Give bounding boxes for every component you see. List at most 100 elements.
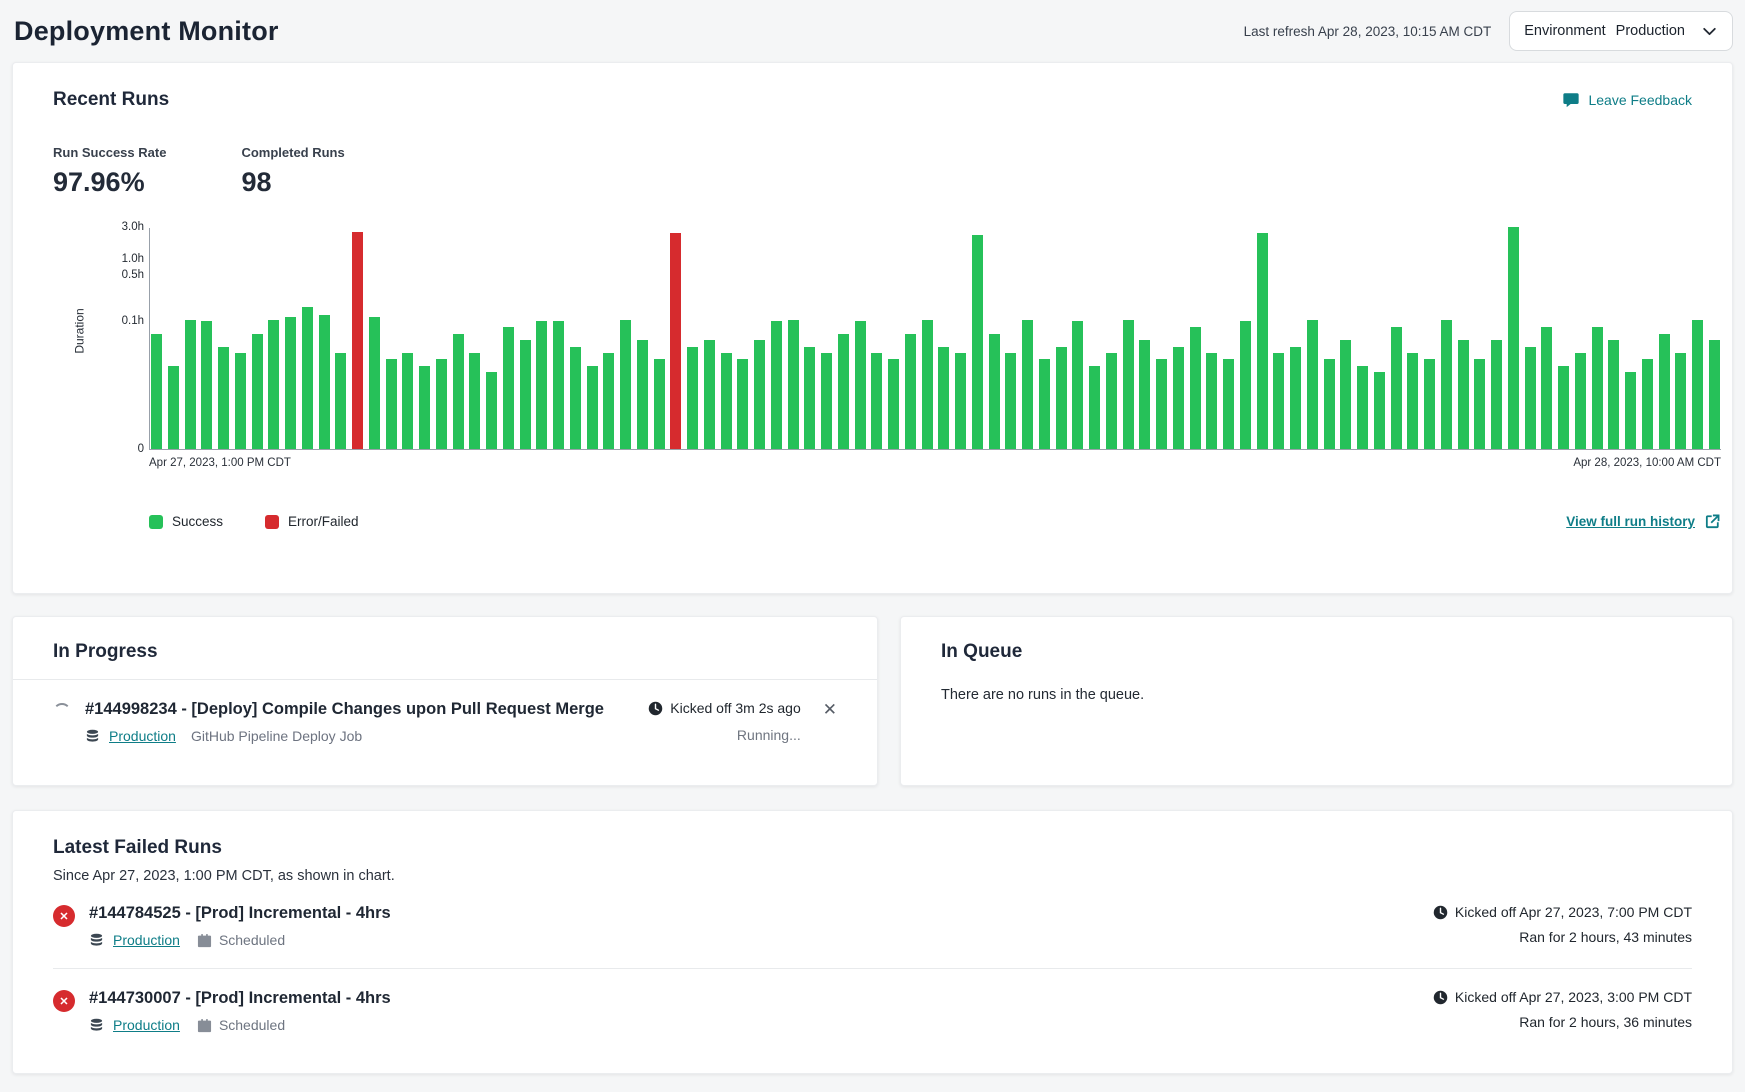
chart-bar-failed[interactable] xyxy=(352,232,363,449)
environment-dropdown[interactable]: Environment Production xyxy=(1509,11,1733,51)
chart-bar-success[interactable] xyxy=(1072,321,1083,449)
chart-bar-success[interactable] xyxy=(1525,347,1536,449)
chart-bar-success[interactable] xyxy=(687,347,698,449)
chart-bar-success[interactable] xyxy=(1541,327,1552,449)
chart-bar-success[interactable] xyxy=(486,372,497,449)
chart-bar-success[interactable] xyxy=(1458,340,1469,449)
chart-bar-success[interactable] xyxy=(185,320,196,449)
chart-bar-success[interactable] xyxy=(1558,366,1569,449)
chart-bar-success[interactable] xyxy=(804,347,815,449)
chart-bar-success[interactable] xyxy=(737,359,748,449)
chart-bar-success[interactable] xyxy=(1005,353,1016,449)
chart-bar-success[interactable] xyxy=(955,353,966,449)
chart-bar-success[interactable] xyxy=(453,334,464,449)
chart-bar-success[interactable] xyxy=(654,359,665,449)
chart-bar-success[interactable] xyxy=(1675,353,1686,449)
chart-bar-success[interactable] xyxy=(1022,320,1033,449)
chart-bar-success[interactable] xyxy=(1474,359,1485,449)
chart-bar-success[interactable] xyxy=(1625,372,1636,449)
chart-bar-success[interactable] xyxy=(469,353,480,449)
failed-run-production-link[interactable]: Production xyxy=(113,1017,180,1033)
leave-feedback-link[interactable]: Leave Feedback xyxy=(1562,91,1692,109)
chart-bar-success[interactable] xyxy=(151,334,162,449)
chart-bar-success[interactable] xyxy=(1424,359,1435,449)
chart-bar-success[interactable] xyxy=(821,353,832,449)
chart-bar-success[interactable] xyxy=(436,359,447,449)
chart-bar-success[interactable] xyxy=(553,321,564,449)
chart-bar-success[interactable] xyxy=(771,321,782,449)
chart-bar-failed[interactable] xyxy=(670,233,681,449)
chart-bar-success[interactable] xyxy=(1123,320,1134,449)
chart-bar-success[interactable] xyxy=(536,321,547,449)
chart-bar-success[interactable] xyxy=(335,353,346,449)
chart-bar-success[interactable] xyxy=(1491,340,1502,449)
chart-bar-success[interactable] xyxy=(838,334,849,449)
chart-bar-success[interactable] xyxy=(1223,359,1234,449)
chart-bar-success[interactable] xyxy=(1206,353,1217,449)
chart-bar-success[interactable] xyxy=(201,321,212,449)
chart-bar-success[interactable] xyxy=(285,317,296,449)
chart-bar-success[interactable] xyxy=(503,327,514,449)
chart-bar-success[interactable] xyxy=(1608,340,1619,449)
chart-bar-success[interactable] xyxy=(168,366,179,449)
chart-bar-success[interactable] xyxy=(1391,327,1402,449)
chart-bar-success[interactable] xyxy=(989,334,1000,449)
chart-bar-success[interactable] xyxy=(1106,353,1117,449)
chart-bar-success[interactable] xyxy=(1139,340,1150,449)
chart-bar-success[interactable] xyxy=(268,320,279,449)
close-icon[interactable]: ✕ xyxy=(823,700,837,720)
chart-bar-success[interactable] xyxy=(1307,320,1318,449)
chart-bar-success[interactable] xyxy=(1407,353,1418,449)
chart-bar-success[interactable] xyxy=(235,353,246,449)
chart-bar-success[interactable] xyxy=(1257,233,1268,449)
chart-bar-success[interactable] xyxy=(1039,359,1050,449)
chart-bar-success[interactable] xyxy=(871,353,882,449)
chart-bar-success[interactable] xyxy=(1592,327,1603,449)
chart-bar-success[interactable] xyxy=(386,359,397,449)
chart-bar-success[interactable] xyxy=(252,334,263,449)
chart-bar-success[interactable] xyxy=(788,320,799,449)
chart-bar-success[interactable] xyxy=(1273,353,1284,449)
chart-bar-success[interactable] xyxy=(855,321,866,449)
chart-bar-success[interactable] xyxy=(520,340,531,449)
chart-bar-success[interactable] xyxy=(721,353,732,449)
chart-bar-success[interactable] xyxy=(938,347,949,449)
chart-bar-success[interactable] xyxy=(419,366,430,449)
chart-bar-success[interactable] xyxy=(587,366,598,449)
chart-bar-success[interactable] xyxy=(922,320,933,449)
failed-run-production-link[interactable]: Production xyxy=(113,932,180,948)
chart-bar-success[interactable] xyxy=(1190,327,1201,449)
chart-bar-success[interactable] xyxy=(1709,340,1720,449)
chart-bar-success[interactable] xyxy=(888,359,899,449)
chart-bar-success[interactable] xyxy=(620,320,631,449)
chart-bar-success[interactable] xyxy=(754,340,765,449)
chart-bar-success[interactable] xyxy=(637,340,648,449)
chart-bar-success[interactable] xyxy=(603,353,614,449)
chart-bar-success[interactable] xyxy=(905,334,916,449)
chart-bar-success[interactable] xyxy=(1324,359,1335,449)
chart-bar-success[interactable] xyxy=(1374,372,1385,449)
chart-bar-success[interactable] xyxy=(1290,347,1301,449)
chart-bar-success[interactable] xyxy=(1340,340,1351,449)
chart-bar-success[interactable] xyxy=(1659,334,1670,449)
chart-bar-success[interactable] xyxy=(1173,347,1184,449)
chart-bar-success[interactable] xyxy=(1441,320,1452,449)
chart-bar-success[interactable] xyxy=(1692,320,1703,449)
chart-bar-success[interactable] xyxy=(302,307,313,449)
chart-bar-success[interactable] xyxy=(1508,227,1519,449)
chart-bar-success[interactable] xyxy=(1642,359,1653,449)
chart-bar-success[interactable] xyxy=(1156,359,1167,449)
in-progress-production-link[interactable]: Production xyxy=(109,728,176,744)
chart-bar-success[interactable] xyxy=(218,347,229,449)
chart-bar-success[interactable] xyxy=(319,315,330,449)
chart-bar-success[interactable] xyxy=(570,347,581,449)
chart-bar-success[interactable] xyxy=(1357,366,1368,449)
chart-bar-success[interactable] xyxy=(1575,353,1586,449)
chart-bar-success[interactable] xyxy=(402,353,413,449)
chart-bar-success[interactable] xyxy=(1240,321,1251,449)
chart-bar-success[interactable] xyxy=(369,317,380,449)
chart-bar-success[interactable] xyxy=(1056,347,1067,449)
chart-bar-success[interactable] xyxy=(704,340,715,449)
chart-bar-success[interactable] xyxy=(1089,366,1100,449)
chart-bar-success[interactable] xyxy=(972,235,983,449)
